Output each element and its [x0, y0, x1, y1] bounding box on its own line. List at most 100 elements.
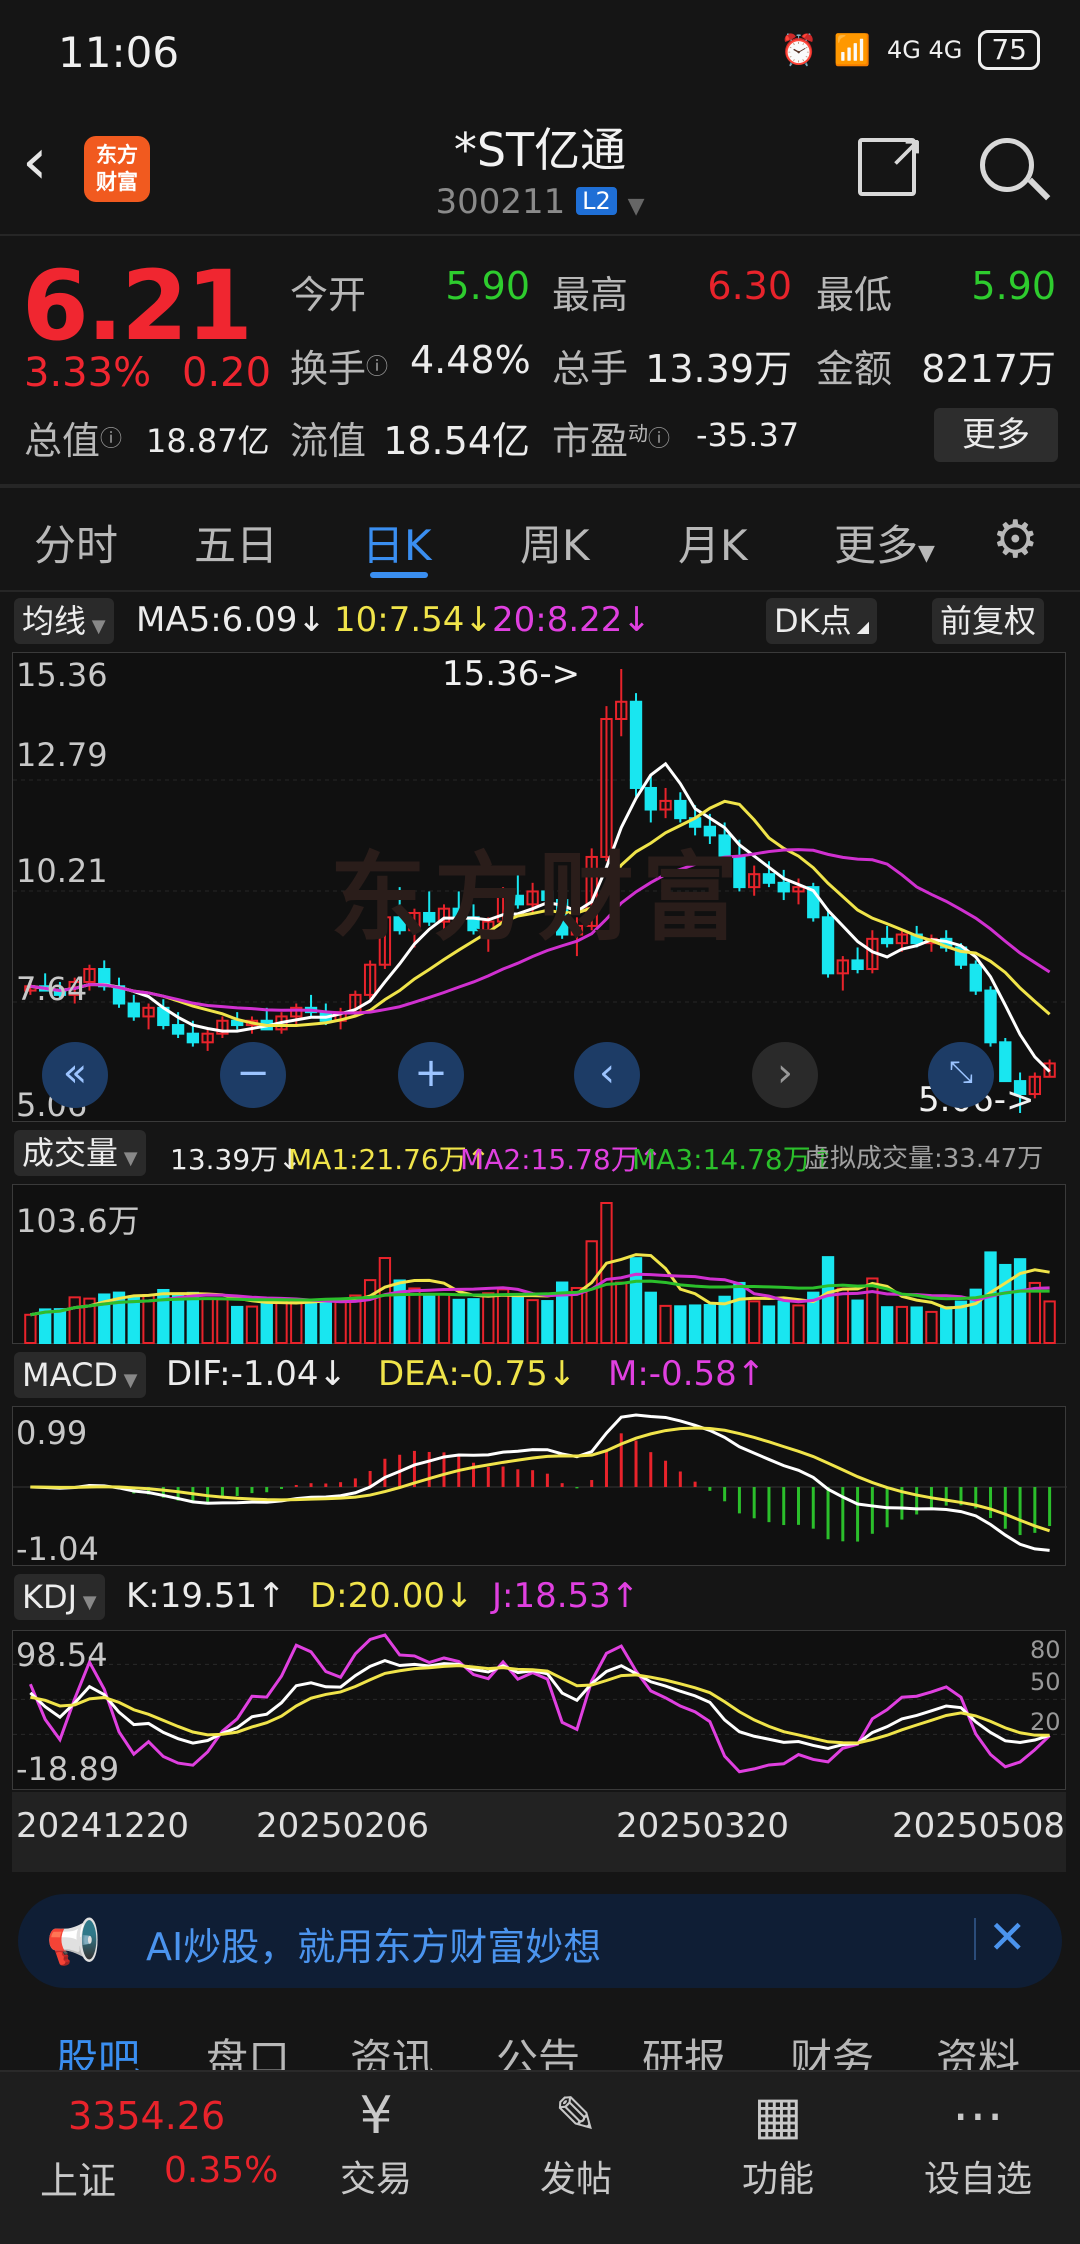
search-icon[interactable]	[980, 138, 1034, 192]
more-dots-icon: ⋯	[952, 2086, 1004, 2146]
volume-bar	[688, 1304, 702, 1344]
macd-panel[interactable]	[12, 1406, 1067, 1566]
battery-icon: 75	[978, 30, 1040, 70]
volume-bar	[38, 1308, 52, 1344]
corner-icon: ◢	[851, 617, 870, 636]
volume-bar	[792, 1304, 805, 1344]
volume-bar	[940, 1306, 953, 1344]
ma5-value: MA5:6.09↓	[136, 600, 326, 640]
tab-monthly-k[interactable]: 月K	[678, 512, 748, 573]
macd-dea-line	[30, 1426, 1051, 1533]
fast-backward-button[interactable]: «	[42, 1042, 108, 1108]
candle-body	[969, 963, 982, 992]
open-label: 今开	[290, 273, 367, 317]
volume-bar	[186, 1291, 200, 1344]
volume-bar	[762, 1305, 776, 1345]
float-cap-label: 流值	[290, 419, 367, 463]
kdj-chart	[13, 1633, 1067, 1774]
kdj-right-label: 80	[1030, 1636, 1061, 1664]
pe-label: 市盈动ⓘ	[552, 419, 671, 463]
volume-bar	[615, 1281, 628, 1344]
y-label: 15.36	[16, 656, 108, 694]
nav-watchlist[interactable]: 设自选	[908, 2150, 1048, 2202]
volume-bar	[644, 1291, 657, 1344]
macd-selector[interactable]: MACD ▼	[14, 1352, 146, 1398]
date-label: 20250206	[256, 1806, 430, 1846]
info-icon[interactable]: ⓘ	[648, 427, 670, 452]
close-icon[interactable]: ✕	[988, 1910, 1027, 1964]
info-icon[interactable]: ⓘ	[366, 355, 388, 380]
candle-body	[880, 937, 894, 945]
volume-bar	[880, 1306, 894, 1344]
y-label: 7.64	[16, 970, 88, 1008]
kdj-selector[interactable]: KDJ ▼	[14, 1574, 105, 1620]
prev-button[interactable]: ‹	[574, 1042, 640, 1108]
dk-point-button[interactable]: DK点 ◢	[766, 598, 878, 644]
volume-bar	[1043, 1300, 1056, 1344]
current-price: 6.21	[22, 250, 253, 362]
ma-selector[interactable]: 均线 ▼	[14, 598, 114, 644]
alarm-icon: ⏰	[780, 32, 818, 68]
info-icon[interactable]: ⓘ	[100, 427, 122, 452]
dropdown-icon: ▼	[77, 1592, 97, 1613]
date-label: 20241220	[16, 1806, 190, 1846]
change-amount: 0.20	[182, 350, 272, 396]
volume-panel[interactable]	[12, 1184, 1066, 1345]
more-button[interactable]: 更多	[934, 408, 1058, 462]
macd-y-top: 0.99	[16, 1414, 88, 1452]
volume-value: 13.39万	[645, 347, 792, 391]
candle-body	[821, 916, 835, 975]
divider	[0, 590, 1080, 592]
candle-body	[851, 959, 864, 971]
volume-bar	[541, 1300, 554, 1344]
next-button[interactable]: ›	[752, 1042, 818, 1108]
volume-selector[interactable]: 成交量 ▼	[14, 1130, 146, 1176]
volume-bar	[363, 1279, 377, 1344]
stock-code-row[interactable]: 300211 L2 ▼	[0, 182, 1080, 222]
dropdown-icon: ▼	[117, 1370, 138, 1391]
volume-bar	[836, 1287, 849, 1344]
y-label: 12.79	[16, 736, 108, 774]
turnover-value: 4.48%	[410, 338, 531, 382]
macd-dif: DIF:-1.04↓	[166, 1354, 348, 1394]
kdj-right-label: 20	[1030, 1708, 1061, 1736]
candle-body	[186, 1032, 200, 1044]
volume-bar	[585, 1240, 598, 1344]
volume-current: 13.39万↓	[170, 1143, 302, 1176]
ai-banner-text[interactable]: AI炒股，就用东方财富妙想	[146, 1916, 601, 1971]
pe-superscript: 动	[628, 421, 649, 446]
candle-body	[127, 1002, 140, 1018]
zoom-in-button[interactable]: +	[398, 1042, 464, 1108]
tab-weekly-k[interactable]: 周K	[520, 512, 590, 573]
volume-bar	[216, 1298, 229, 1345]
volume-bar	[866, 1277, 879, 1344]
high-label: 最高	[552, 273, 629, 317]
kdj-k: K:19.51↑	[126, 1576, 286, 1616]
tab-daily-k[interactable]: 日K	[362, 512, 432, 573]
tab-intraday[interactable]: 分时	[34, 512, 118, 573]
volume-bar	[526, 1299, 539, 1344]
nav-trade[interactable]: 交易	[306, 2150, 446, 2202]
index-name[interactable]: 上证	[40, 2150, 116, 2205]
volume-bar	[999, 1263, 1012, 1344]
gear-icon[interactable]: ⚙	[992, 510, 1039, 570]
nav-function[interactable]: 功能	[708, 2150, 848, 2202]
tab-five-day[interactable]: 五日	[194, 512, 278, 573]
kdj-panel[interactable]	[12, 1630, 1067, 1790]
zoom-out-button[interactable]: −	[220, 1042, 286, 1108]
volume-bar	[511, 1295, 525, 1344]
index-value[interactable]: 3354.26	[68, 2094, 225, 2138]
open-value: 5.90	[445, 264, 530, 308]
tab-more[interactable]: 更多▼	[834, 512, 935, 573]
trade-icon: ¥	[359, 2086, 393, 2146]
nav-post[interactable]: 发帖	[506, 2150, 646, 2202]
kdj-d: D:20.00↓	[310, 1576, 474, 1616]
fullscreen-button[interactable]: ⤡	[928, 1042, 994, 1108]
adjust-button[interactable]: 前复权	[932, 598, 1045, 644]
virtual-volume: 虚拟成交量:33.47万	[804, 1144, 1044, 1174]
amount-label: 金额	[816, 347, 893, 391]
watermark: 东方财富	[330, 842, 746, 954]
kdj-j-line	[29, 1633, 1051, 1774]
candle-body	[777, 881, 790, 893]
low-label: 最低	[816, 273, 893, 317]
